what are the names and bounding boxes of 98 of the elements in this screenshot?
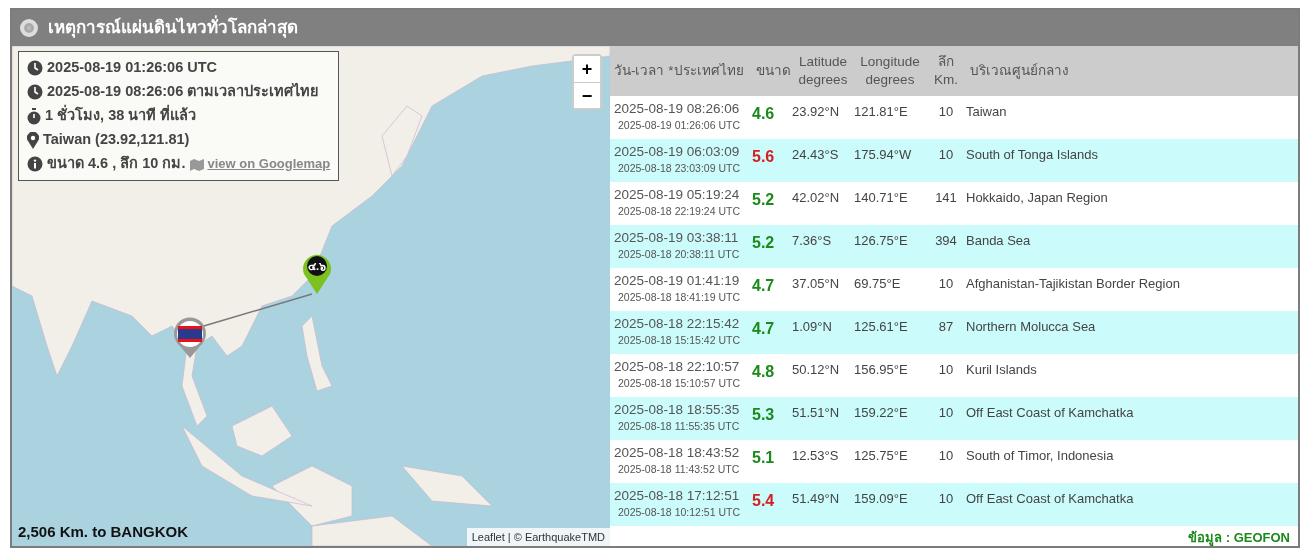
utc-time: 2025-08-18 23:03:09 UTC (617, 162, 741, 175)
latitude-text: 51.49°N (792, 491, 840, 506)
info-text: Taiwan (23.92,121.81) (43, 130, 190, 150)
depth-text: 10 (938, 448, 954, 463)
longitude-text: 175.94°W (854, 147, 912, 162)
region-text: South of Timor, Indonesia (966, 448, 1114, 463)
magnitude: 5.2 (752, 191, 775, 208)
magnitude: 4.7 (752, 277, 775, 294)
info-icon (27, 156, 43, 172)
local-time: 2025-08-18 17:12:51 (613, 487, 741, 505)
longitude-text: 69.75°E (854, 276, 901, 291)
local-time: 2025-08-19 03:38:11 (613, 229, 740, 247)
leaflet-link[interactable]: Leaflet (471, 530, 505, 543)
source-link[interactable]: EarthquakeTMD (524, 530, 605, 543)
region-text: Hokkaido, Japan Region (966, 190, 1108, 205)
depth-text: 141 (935, 190, 957, 205)
depth-text: 10 (938, 276, 954, 291)
location-pin-icon (27, 131, 39, 149)
depth-text: 394 (935, 233, 957, 248)
column-header: ลึก Km. (926, 46, 966, 96)
utc-time: 2025-08-18 11:43:52 UTC (617, 463, 741, 476)
longitude-text: 156.95°E (854, 362, 908, 377)
info-text: 2025-08-19 08:26:06 ตามเวลาประเทศไทย (47, 82, 319, 102)
thailand-flag-pin[interactable] (174, 317, 206, 358)
longitude-text: 125.75°E (854, 448, 908, 463)
region-text: Off East Coast of Kamchatka (966, 405, 1134, 420)
magnitude: 5.3 (752, 406, 775, 423)
latitude-text: 23.92°N (792, 104, 840, 119)
depth-text: 10 (938, 362, 954, 377)
data-source-text: ข้อมูล : GEOFON (1188, 530, 1290, 545)
magnitude: 4.6 (752, 105, 775, 122)
longitude-text: 121.81°E (854, 104, 908, 119)
column-header: ขนาด (752, 46, 792, 96)
magnitude: 5.4 (752, 492, 775, 509)
depth-text: 10 (938, 104, 954, 119)
info-text: 1 ชั่วโมง, 38 นาที ที่แล้ว (45, 105, 197, 127)
local-time: 2025-08-18 18:43:52 (613, 444, 741, 462)
latitude-text: 12.53°S (792, 448, 839, 463)
longitude-text: 159.09°E (854, 491, 908, 506)
magnitude: 5.2 (752, 234, 775, 251)
region-text: Northern Molucca Sea (966, 319, 1096, 334)
distance-text: 2,506 Km. to BANGKOK (18, 521, 189, 542)
latitude-text: 1.09°N (792, 319, 832, 334)
magnitude: 5.6 (752, 148, 775, 165)
magnitude: 4.7 (752, 320, 775, 337)
utc-time: 2025-08-19 01:26:06 UTC (617, 119, 741, 132)
local-time: 2025-08-18 22:15:42 (613, 315, 741, 333)
longitude-text: 125.61°E (854, 319, 908, 334)
clock-icon (27, 60, 43, 76)
info-text: ขนาด 4.6 , ลึก 10 กม. (47, 154, 186, 174)
zoom-out-button[interactable]: − (574, 82, 600, 108)
magnitude: 4.8 (752, 363, 775, 380)
marker-label: ๔.๖ (306, 259, 328, 274)
local-time: 2025-08-19 05:19:24 (613, 186, 741, 204)
panel-title: เหตุการณ์แผ่นดินไหวทั่วโลกล่าสุด (48, 15, 298, 41)
region-text: Afghanistan-Tajikistan Border Region (966, 276, 1180, 291)
latitude-text: 37.05°N (792, 276, 840, 291)
region-text: Banda Sea (966, 233, 1031, 248)
longitude-text: 159.22°E (854, 405, 908, 420)
attribution-text: | © (506, 530, 523, 543)
circle-icon (20, 19, 38, 37)
utc-time: 2025-08-18 22:19:24 UTC (617, 205, 741, 218)
latitude-text: 7.36°S (792, 233, 832, 248)
column-header: วัน-เวลา *ประเทศไทย (610, 46, 752, 96)
region-text: South of Tonga Islands (966, 147, 1099, 162)
clock-icon (27, 84, 43, 100)
latitude-text: 50.12°N (792, 362, 840, 377)
region-text: Kuril Islands (966, 362, 1037, 377)
column-header: Longitude degrees (854, 46, 926, 96)
local-time: 2025-08-19 08:26:06 (613, 100, 741, 118)
info-text: 2025-08-19 01:26:06 UTC (47, 58, 218, 78)
local-time: 2025-08-19 01:41:19 (613, 272, 741, 290)
utc-time: 2025-08-18 15:10:57 UTC (617, 377, 741, 390)
column-header: บริเวณศูนย์กลาง (966, 46, 1298, 96)
utc-time: 2025-08-18 11:55:35 UTC (617, 420, 741, 433)
longitude-text: 140.71°E (854, 190, 908, 205)
utc-time: 2025-08-18 18:41:19 UTC (617, 291, 741, 304)
utc-time: 2025-08-18 20:38:11 UTC (617, 248, 741, 261)
local-time: 2025-08-19 06:03:09 (613, 143, 741, 161)
depth-text: 87 (938, 319, 954, 334)
depth-text: 10 (938, 147, 954, 162)
column-header: Latitude degrees (792, 46, 854, 96)
utc-time: 2025-08-18 10:12:51 UTC (617, 506, 741, 519)
region-text: Off East Coast of Kamchatka (966, 491, 1134, 506)
region-text: Taiwan (966, 104, 1007, 119)
stopwatch-icon (27, 107, 41, 125)
longitude-text: 126.75°E (854, 233, 908, 248)
local-time: 2025-08-18 18:55:35 (613, 401, 741, 419)
depth-text: 10 (938, 405, 954, 420)
latitude-text: 51.51°N (792, 405, 840, 420)
utc-time: 2025-08-18 15:15:42 UTC (617, 334, 741, 347)
latitude-text: 24.43°S (792, 147, 839, 162)
latitude-text: 42.02°N (792, 190, 840, 205)
earthquake-marker[interactable] (303, 254, 331, 294)
depth-text: 10 (938, 491, 954, 506)
magnitude: 5.1 (752, 449, 775, 466)
local-time: 2025-08-18 22:10:57 (613, 358, 741, 376)
map-icon (189, 157, 204, 171)
